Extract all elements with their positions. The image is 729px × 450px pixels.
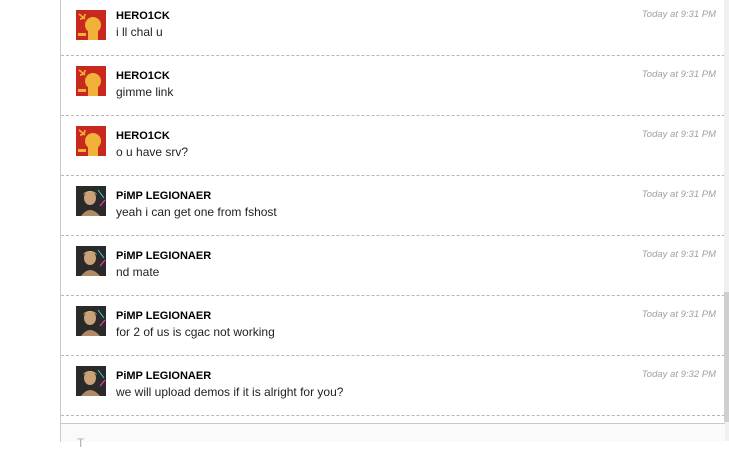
message-author[interactable]: PiMP LEGIONAER (116, 310, 211, 322)
composer-text: T (77, 436, 85, 450)
message-author[interactable]: HERO1CK (116, 70, 170, 82)
chat-message: HERO1CK gimme link Today at 9:31 PM (61, 56, 725, 116)
message-timestamp: Today at 9:31 PM (641, 129, 716, 140)
message-author[interactable]: PiMP LEGIONAER (116, 190, 211, 202)
avatar-pimp-legionaer[interactable] (76, 306, 106, 336)
chat-message: PiMP LEGIONAER for 2 of us is cgac not w… (61, 296, 725, 356)
message-timestamp: Today at 9:31 PM (641, 69, 716, 80)
message-composer[interactable]: T (60, 423, 725, 450)
scrollbar-thumb[interactable] (724, 292, 729, 422)
message-timestamp: Today at 9:31 PM (641, 189, 716, 200)
message-text: for 2 of us is cgac not working (116, 325, 275, 339)
message-text: i ll chal u (116, 25, 163, 39)
chat-message: HERO1CK i ll chal u Today at 9:31 PM (61, 0, 725, 56)
message-text: we will upload demos if it is alright fo… (116, 385, 344, 399)
message-timestamp: Today at 9:32 PM (641, 369, 716, 380)
message-timestamp: Today at 9:31 PM (641, 249, 716, 260)
message-text: nd mate (116, 265, 160, 279)
message-timestamp: Today at 9:31 PM (641, 9, 716, 20)
avatar-pimp-legionaer[interactable] (76, 366, 106, 396)
message-author[interactable]: HERO1CK (116, 10, 170, 22)
avatar-hero1ck[interactable] (76, 126, 106, 156)
message-author[interactable]: PiMP LEGIONAER (116, 250, 211, 262)
message-text: o u have srv? (116, 145, 189, 159)
message-author[interactable]: HERO1CK (116, 130, 170, 142)
avatar-hero1ck[interactable] (76, 66, 106, 96)
message-text: gimme link (116, 85, 174, 99)
chat-message: PiMP LEGIONAER nd mate Today at 9:31 PM (61, 236, 725, 296)
message-timestamp: Today at 9:31 PM (641, 309, 716, 320)
message-author[interactable]: PiMP LEGIONAER (116, 370, 211, 382)
chat-message: PiMP LEGIONAER we will upload demos if i… (61, 356, 725, 416)
avatar-hero1ck[interactable] (76, 10, 106, 40)
chat-message: HERO1CK o u have srv? Today at 9:31 PM (61, 116, 725, 176)
chat-message-list[interactable]: HERO1CK i ll chal u Today at 9:31 PM HER… (60, 0, 726, 423)
message-text: yeah i can get one from fshost (116, 205, 277, 219)
avatar-pimp-legionaer[interactable] (76, 246, 106, 276)
chat-message: PiMP LEGIONAER yeah i can get one from f… (61, 176, 725, 236)
avatar-pimp-legionaer[interactable] (76, 186, 106, 216)
